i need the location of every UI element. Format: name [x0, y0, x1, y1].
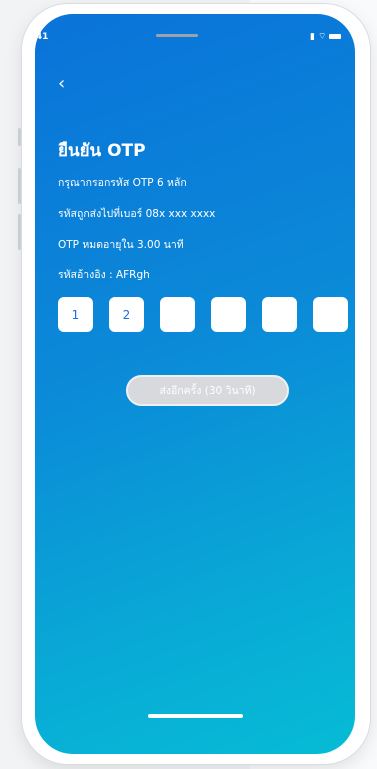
home-indicator: [148, 714, 243, 718]
otp-digit-input[interactable]: [313, 297, 348, 332]
page: 9:41 ▮ ⌔ ‹ ยืนยัน OTP กรุณากรอกรหัส OTP …: [0, 0, 377, 769]
volume-down-button: [18, 214, 21, 250]
status-time: 9:41: [26, 32, 49, 42]
otp-digit-input[interactable]: [160, 297, 195, 332]
otp-digit-input[interactable]: 2: [109, 297, 144, 332]
status-icons: ▮ ⌔: [310, 31, 342, 42]
otp-input-group: 1 2: [58, 297, 348, 332]
silent-switch: [18, 128, 21, 146]
wifi-icon: ⌔: [317, 32, 327, 42]
page-title: ยืนยัน OTP: [58, 141, 146, 161]
otp-expiry: OTP หมดอายุใน 3.00 นาที: [58, 239, 184, 251]
otp-sent-to: รหัสถูกส่งไปที่เบอร์ 08x xxx xxxx: [58, 208, 216, 220]
back-button[interactable]: ‹: [58, 74, 72, 94]
otp-digit-input[interactable]: [211, 297, 246, 332]
otp-instruction: กรุณากรอกรหัส OTP 6 หลัก: [58, 177, 187, 189]
signal-icon: ▮: [310, 31, 315, 42]
battery-icon: [329, 34, 342, 39]
otp-reference: รหัสอ้างอิง : AFRgh: [58, 269, 150, 281]
resend-otp-button[interactable]: ส่งอีกครั้ง (30 วินาที): [126, 375, 289, 406]
earpiece: [156, 34, 198, 37]
otp-digit-input[interactable]: 1: [58, 297, 93, 332]
volume-up-button: [18, 168, 21, 204]
otp-digit-input[interactable]: [262, 297, 297, 332]
